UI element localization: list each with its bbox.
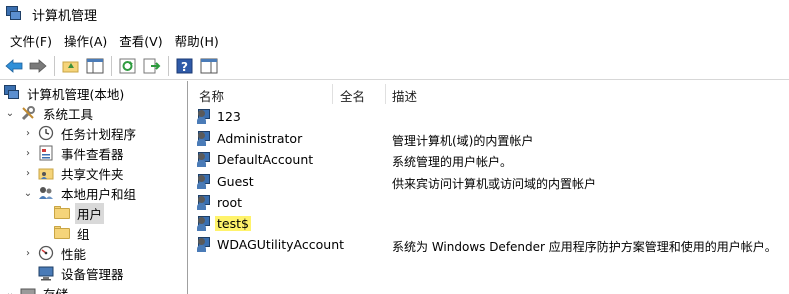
user-row[interactable]: DefaultAccount 系统管理的用户帐户。 [192,150,789,171]
user-disabled-icon [197,174,214,190]
user-row[interactable]: 123 [192,107,789,128]
show-hide-tree-icon[interactable] [84,55,106,77]
properties-pane-icon[interactable] [198,55,220,77]
tree-item-performance[interactable]: › 性能 [22,243,88,263]
tree-item-local-users-groups[interactable]: ⌄ 本地用户和组 [22,183,138,203]
user-icon [197,216,214,232]
users-list: 名称 全名 描述 123 Administrator 管理计算机(域)的内置帐户… [192,81,789,294]
column-header-description[interactable]: 描述 [392,86,417,105]
menu-action[interactable]: 操作(A) [58,31,113,50]
storage-icon [20,285,36,294]
chevron-down-icon[interactable]: ⌄ [4,108,16,119]
user-icon [197,109,214,125]
list-header: 名称 全名 描述 [192,81,789,107]
tree-item-shared-folders[interactable]: › 共享文件夹 [22,163,126,183]
tree-item-users[interactable]: 用户 [54,202,105,224]
up-folder-icon[interactable] [60,55,82,77]
user-row[interactable]: WDAGUtilityAccount 系统为 Windows Defender … [192,235,789,256]
tree-item-storage[interactable]: ⌄ 存储 [4,283,70,294]
chevron-right-icon[interactable]: › [22,128,34,139]
user-row[interactable]: Guest 供来宾访问计算机或访问域的内置帐户 [192,172,789,193]
tree-item-task-scheduler[interactable]: › 任务计划程序 [22,123,138,143]
device-manager-icon [38,265,54,281]
performance-icon [38,245,54,261]
user-icon [197,195,214,211]
chevron-down-icon[interactable]: ⌄ [22,188,34,199]
event-viewer-icon [38,145,54,161]
window-title: 计算机管理 [32,8,98,24]
users-groups-icon [38,185,54,201]
navigation-tree: 计算机管理(本地) ⌄ 系统工具 › 任务计划程序 › 事件查看器 › 共享文件… [0,81,188,294]
svg-text:?: ? [181,60,188,74]
tree-item-system-tools[interactable]: ⌄ 系统工具 [4,103,95,123]
tools-icon [20,105,36,121]
refresh-icon[interactable] [117,55,139,77]
user-disabled-icon [197,152,214,168]
shared-folder-icon [38,165,54,181]
chevron-right-icon[interactable]: › [22,148,34,159]
tree-item-device-manager[interactable]: 设备管理器 [38,263,126,283]
menu-help[interactable]: 帮助(H) [169,31,225,50]
user-row[interactable]: test$ [192,214,789,235]
computer-management-icon [4,85,20,101]
tree-item-groups[interactable]: 组 [54,223,92,243]
chevron-right-icon[interactable]: › [22,248,34,259]
toolbar: ? [0,52,789,80]
folder-icon [54,225,70,241]
user-row[interactable]: root [192,193,789,214]
menu-file[interactable]: 文件(F) [4,31,58,50]
user-disabled-icon [197,237,214,253]
column-header-name[interactable]: 名称 [199,86,224,105]
menu-view[interactable]: 查看(V) [113,31,168,50]
forward-icon[interactable] [27,55,49,77]
title-bar: 计算机管理 [0,0,789,28]
column-header-fullname[interactable]: 全名 [340,86,365,105]
clock-icon [38,125,54,141]
back-icon[interactable] [3,55,25,77]
tree-item-event-viewer[interactable]: › 事件查看器 [22,143,126,163]
folder-icon [54,205,70,221]
export-list-icon[interactable] [141,55,163,77]
chevron-right-icon[interactable]: › [22,168,34,179]
user-icon [197,131,214,147]
computer-management-icon [6,6,24,22]
chevron-down-icon[interactable]: ⌄ [4,288,16,294]
menu-bar: 文件(F) 操作(A) 查看(V) 帮助(H) [0,28,789,52]
user-row[interactable]: Administrator 管理计算机(域)的内置帐户 [192,129,789,150]
help-icon[interactable]: ? [174,55,196,77]
tree-item-root[interactable]: 计算机管理(本地) [4,83,126,103]
